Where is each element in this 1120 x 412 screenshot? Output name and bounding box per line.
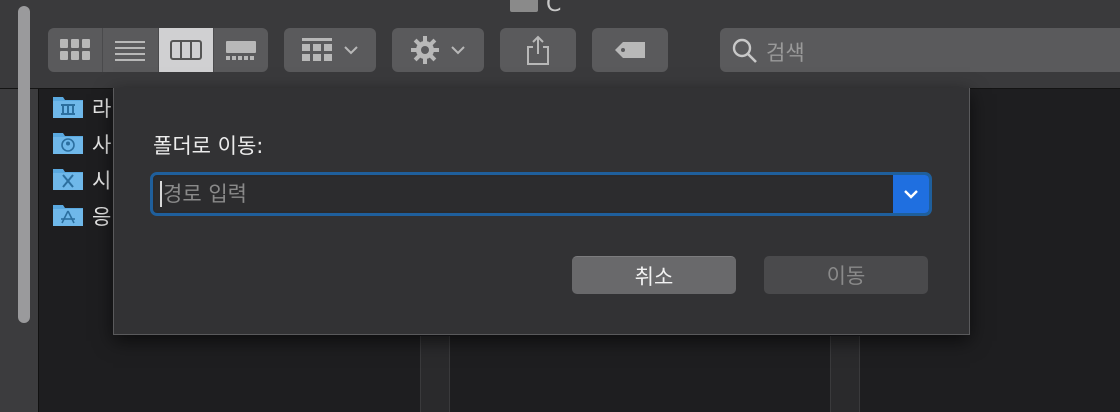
- search-icon: [732, 38, 757, 63]
- chevron-down-icon: [904, 190, 918, 199]
- column-view-button[interactable]: [158, 28, 214, 72]
- icon-view-button[interactable]: [48, 28, 104, 72]
- list-item-system[interactable]: 시: [52, 161, 122, 197]
- list-icon: [115, 41, 146, 61]
- go-to-folder-dialog: 폴더로 이동: 취소 이동: [113, 88, 970, 335]
- column-divider[interactable]: [830, 336, 860, 412]
- list-item-user[interactable]: 사: [52, 125, 122, 161]
- columns-icon: [169, 40, 202, 60]
- disk-icon: [510, 0, 538, 12]
- chevron-down-icon: [451, 46, 465, 55]
- user-folder-icon: [53, 133, 83, 154]
- gallery-icon: [225, 41, 256, 60]
- group-grid-icon: [302, 38, 332, 61]
- view-mode-selector: [48, 28, 268, 72]
- sidebar-scrollbar[interactable]: [18, 6, 30, 323]
- finder-toolbar: C 검색: [0, 0, 1120, 89]
- tag-icon: [615, 42, 645, 58]
- cancel-button[interactable]: 취소: [572, 256, 736, 294]
- path-field: [150, 172, 932, 216]
- gear-icon: [411, 36, 439, 64]
- list-item-library[interactable]: 라: [52, 89, 122, 125]
- window-title: C: [510, 0, 561, 17]
- action-menu-button[interactable]: [392, 28, 484, 72]
- dialog-title: 폴더로 이동:: [153, 134, 264, 158]
- folder-list: 라 사 시 응: [52, 89, 122, 233]
- list-view-button[interactable]: [103, 28, 159, 72]
- grid-icon: [60, 39, 91, 60]
- divider: [38, 89, 39, 412]
- text-caret: [160, 181, 162, 207]
- group-by-button[interactable]: [284, 28, 376, 72]
- go-button[interactable]: 이동: [764, 256, 928, 294]
- chevron-down-icon: [344, 46, 358, 55]
- path-history-dropdown[interactable]: [893, 175, 929, 213]
- gallery-view-button[interactable]: [214, 28, 268, 72]
- applications-folder-icon: [53, 205, 83, 226]
- library-folder-icon: [53, 97, 83, 118]
- column-divider[interactable]: [420, 336, 450, 412]
- share-button[interactable]: [500, 28, 576, 72]
- tag-button[interactable]: [592, 28, 668, 72]
- share-icon: [527, 35, 549, 65]
- search-placeholder: 검색: [766, 41, 805, 65]
- list-item-applications[interactable]: 응: [52, 197, 122, 233]
- system-folder-icon: [53, 169, 83, 190]
- search-field[interactable]: 검색: [720, 28, 1120, 72]
- path-input[interactable]: [155, 177, 893, 211]
